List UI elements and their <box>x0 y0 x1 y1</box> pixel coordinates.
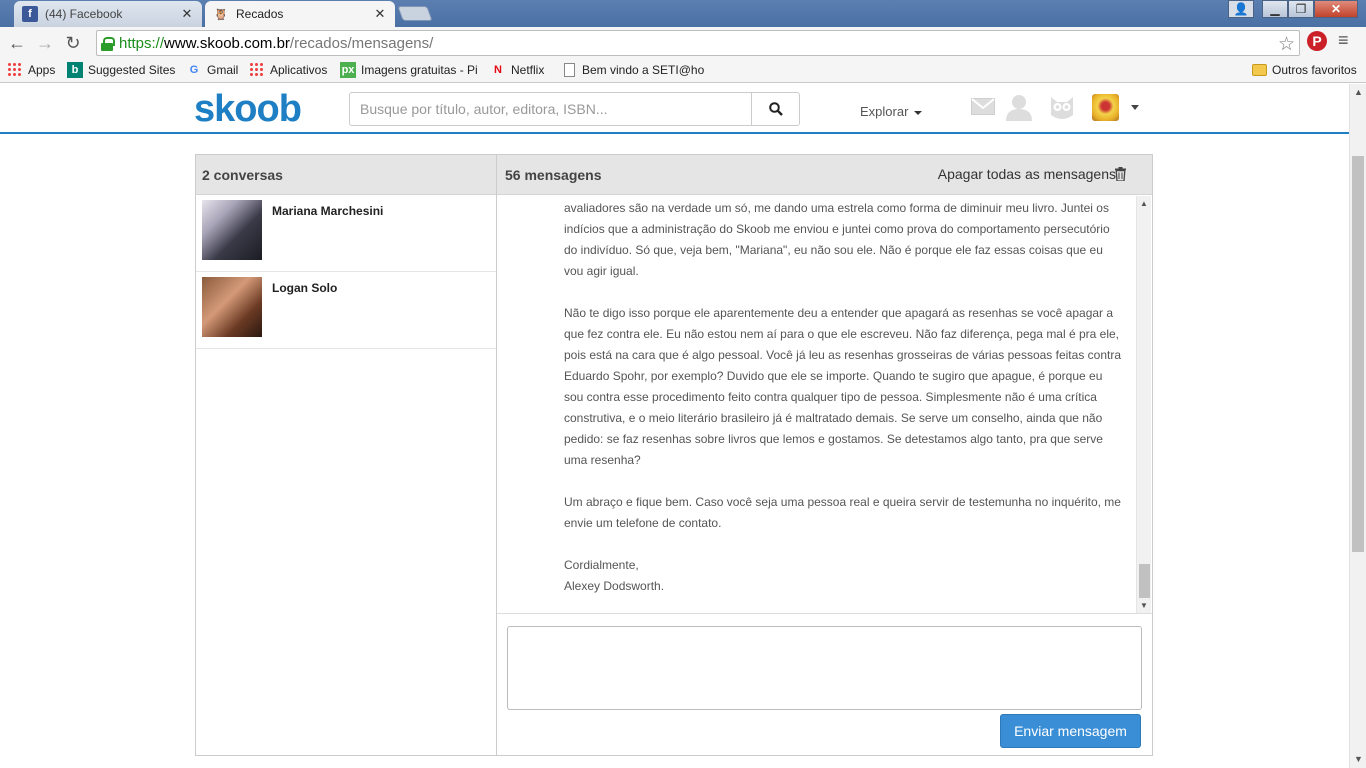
scrollbar-thumb[interactable] <box>1352 156 1364 552</box>
search-icon <box>768 102 783 116</box>
site-header: skoob Explorar <box>0 84 1366 134</box>
maximize-button[interactable]: ❐ <box>1288 0 1314 18</box>
bookmark-netflix[interactable]: N Netflix <box>490 62 544 78</box>
envelope-icon[interactable] <box>971 98 995 115</box>
message-scrollbar[interactable]: ▲ ▼ <box>1136 196 1151 613</box>
message-thread: avaliadores são na verdade um só, me dan… <box>497 196 1152 614</box>
bookmark-outros-favoritos[interactable]: Outros favoritos <box>1251 62 1357 78</box>
google-icon: G <box>189 64 199 76</box>
bookmark-label: Suggested Sites <box>88 63 176 77</box>
search-input[interactable] <box>350 93 751 125</box>
tab-title: Recados <box>236 7 284 21</box>
bookmark-label: Apps <box>28 63 56 77</box>
new-tab-button[interactable] <box>397 6 433 21</box>
close-icon[interactable]: ✕ <box>180 6 194 22</box>
bookmark-gmail[interactable]: G Gmail <box>186 62 239 78</box>
bookmark-apps[interactable]: Apps <box>7 62 55 78</box>
window-controls: ▁ ❐ ✕ <box>1262 0 1358 18</box>
search-box <box>349 92 800 126</box>
minimize-button[interactable]: ▁ <box>1262 0 1288 18</box>
lock-icon <box>101 36 115 51</box>
send-message-button[interactable]: Enviar mensagem <box>1000 714 1141 748</box>
url-host: www.skoob.com.br <box>164 34 290 52</box>
explore-label: Explorar <box>860 104 909 119</box>
messages-column: 56 mensagens Apagar todas as mensagens a… <box>497 155 1152 755</box>
message-paragraph: Um abraço e fique bem. Caso você seja um… <box>564 495 1121 530</box>
page-scrollbar[interactable]: ▲ ▼ <box>1349 84 1366 768</box>
scroll-up-icon[interactable]: ▲ <box>1140 199 1148 208</box>
skoob-logo[interactable]: skoob <box>194 88 302 131</box>
bookmark-label: Bem vindo a SETI@ho <box>582 63 705 77</box>
explore-menu[interactable]: Explorar <box>860 104 923 119</box>
conversation-name[interactable]: Mariana Marchesini <box>272 204 383 218</box>
avatar[interactable] <box>202 277 262 337</box>
menu-icon[interactable]: ≡ <box>1338 30 1349 51</box>
messages-header: 56 mensagens Apagar todas as mensagens <box>497 155 1152 195</box>
scroll-down-icon[interactable]: ▼ <box>1354 754 1363 764</box>
apps-grid-icon <box>7 62 23 78</box>
bookmark-star-icon[interactable]: ☆ <box>1278 33 1295 56</box>
scroll-up-icon[interactable]: ▲ <box>1354 87 1363 97</box>
bookmark-suggested-sites[interactable]: b Suggested Sites <box>67 62 175 78</box>
reply-textarea[interactable] <box>507 626 1142 710</box>
conversation-item[interactable]: Mariana Marchesini <box>196 195 496 272</box>
pinterest-icon[interactable]: P <box>1307 31 1327 51</box>
bookmark-label: Gmail <box>207 63 239 77</box>
scrollbar-thumb[interactable] <box>1139 564 1150 598</box>
close-icon[interactable]: ✕ <box>373 6 387 22</box>
scroll-down-icon[interactable]: ▼ <box>1140 601 1148 610</box>
tab-facebook[interactable]: f (44) Facebook ✕ <box>14 1 202 27</box>
conversations-count: 2 conversas <box>196 155 496 195</box>
chevron-down-icon <box>914 110 923 115</box>
bing-icon: b <box>67 62 83 78</box>
messages-panel: 2 conversas Mariana Marchesini Logan Sol… <box>195 154 1153 756</box>
message-closing: Cordialmente, <box>564 558 639 572</box>
bookmark-label: Netflix <box>511 63 545 77</box>
conversation-item[interactable]: Logan Solo <box>196 272 496 349</box>
user-profile-icon[interactable]: 👤 <box>1228 0 1254 18</box>
chevron-down-icon[interactable] <box>1131 105 1139 110</box>
back-arrow-icon[interactable]: ← <box>3 29 31 57</box>
bookmark-aplicativos[interactable]: Aplicativos <box>249 62 327 78</box>
avatar[interactable] <box>1092 94 1119 121</box>
owl-icon[interactable] <box>1048 93 1076 121</box>
folder-icon <box>1251 62 1267 78</box>
url-path: /recados/mensagens/ <box>289 34 434 52</box>
trash-icon[interactable] <box>1115 167 1126 181</box>
close-window-button[interactable]: ✕ <box>1314 0 1358 18</box>
browser-toolbar: ← → ↻ https://www.skoob.com.br/recados/m… <box>0 27 1366 59</box>
avatar[interactable] <box>202 200 262 260</box>
bookmark-imagens-gratuitas[interactable]: px Imagens gratuitas - Pi <box>340 62 478 78</box>
user-icon[interactable] <box>1005 94 1033 121</box>
conversation-name[interactable]: Logan Solo <box>272 281 337 295</box>
bookmark-label: Imagens gratuitas - Pi <box>361 63 478 77</box>
messages-count: 56 mensagens <box>505 167 602 183</box>
search-button[interactable] <box>751 93 799 125</box>
address-bar[interactable]: https://www.skoob.com.br/recados/mensage… <box>96 30 1300 56</box>
apps-grid-icon <box>249 62 265 78</box>
facebook-icon: f <box>22 6 38 22</box>
tab-recados[interactable]: 🦉 Recados ✕ <box>205 1 395 27</box>
browser-tab-bar: f (44) Facebook ✕ 🦉 Recados ✕ 👤 ▁ ❐ ✕ <box>0 0 1366 27</box>
message-signature: Alexey Dodsworth. <box>564 579 665 593</box>
bookmark-label: Outros favoritos <box>1272 63 1357 77</box>
bookmarks-bar: Apps b Suggested Sites G Gmail Aplicativ… <box>0 59 1366 83</box>
forward-arrow-icon[interactable]: → <box>31 29 59 57</box>
message-paragraph: Não te digo isso porque ele aparentement… <box>564 306 1121 467</box>
bookmark-seti[interactable]: Bem vindo a SETI@ho <box>561 62 704 78</box>
netflix-icon: N <box>494 64 502 76</box>
delete-all-messages-link[interactable]: Apagar todas as mensagens <box>938 166 1116 182</box>
bookmark-label: Aplicativos <box>270 63 328 77</box>
message-text: avaliadores são na verdade um só, me dan… <box>564 198 1124 597</box>
skoob-icon: 🦉 <box>214 8 228 21</box>
tab-title: (44) Facebook <box>45 7 123 21</box>
message-paragraph: avaliadores são na verdade um só, me dan… <box>564 201 1110 278</box>
pixabay-icon: px <box>340 62 356 78</box>
conversations-column: 2 conversas Mariana Marchesini Logan Sol… <box>196 155 497 755</box>
page-icon <box>561 62 577 78</box>
reload-icon[interactable]: ↻ <box>59 29 87 57</box>
url-scheme: https:// <box>119 34 165 52</box>
